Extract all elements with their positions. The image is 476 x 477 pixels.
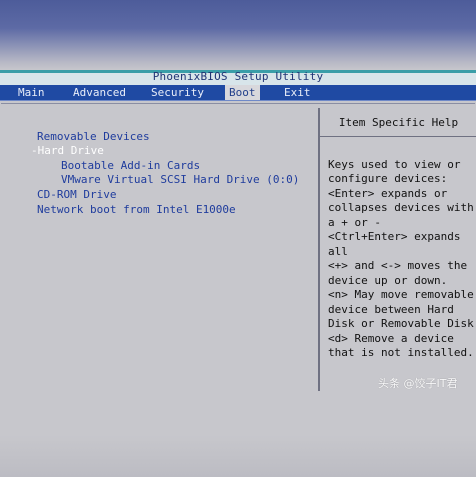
tab-advanced[interactable]: Advanced bbox=[73, 85, 126, 100]
help-line-5: a + or - bbox=[328, 216, 381, 229]
help-line-1: Keys used to view or bbox=[328, 158, 461, 171]
help-line-4: collapses devices with bbox=[328, 201, 474, 214]
boot-item-removable-devices[interactable]: Removable Devices bbox=[37, 130, 150, 143]
help-line-10: <n> May move removable bbox=[328, 288, 474, 301]
boot-order-pane: Removable Devices -Hard Drive Bootable A… bbox=[1, 104, 313, 395]
bios-screen: PhoenixBIOS Setup Utility Main Advanced … bbox=[0, 0, 476, 477]
help-line-6: <Ctrl+Enter> expands bbox=[328, 230, 461, 243]
boot-item-network-boot[interactable]: Network boot from Intel E1000e bbox=[37, 203, 236, 216]
help-line-13: <d> Remove a device bbox=[328, 332, 454, 345]
boot-item-cdrom-drive[interactable]: CD-ROM Drive bbox=[37, 188, 116, 201]
tab-main[interactable]: Main bbox=[18, 85, 45, 100]
tab-exit[interactable]: Exit bbox=[284, 85, 311, 100]
menu-bar: Main Advanced Security Boot Exit bbox=[0, 85, 476, 101]
help-line-12: Disk or Removable Disk bbox=[328, 317, 474, 330]
app-title: PhoenixBIOS Setup Utility bbox=[152, 70, 324, 83]
setup-window: Removable Devices -Hard Drive Bootable A… bbox=[1, 103, 476, 396]
help-line-8: <+> and <-> moves the bbox=[328, 259, 468, 272]
help-panel-divider bbox=[320, 136, 476, 137]
help-panel: Item Specific Help Keys used to view or … bbox=[318, 108, 476, 391]
boot-item-bootable-add-in-cards[interactable]: Bootable Add-in Cards bbox=[61, 159, 200, 172]
help-line-14: that is not installed. bbox=[328, 346, 474, 359]
help-line-9: device up or down. bbox=[328, 274, 448, 287]
boot-item-hard-drive[interactable]: -Hard Drive bbox=[31, 144, 104, 157]
help-line-11: device between Hard bbox=[328, 303, 454, 316]
tab-security[interactable]: Security bbox=[151, 85, 204, 100]
help-line-2: configure devices: bbox=[328, 172, 448, 185]
help-line-7: all bbox=[328, 245, 348, 258]
help-panel-title: Item Specific Help bbox=[338, 116, 459, 129]
bottom-area bbox=[0, 395, 476, 477]
boot-item-vmware-virtual-scsi-hard-drive[interactable]: VMware Virtual SCSI Hard Drive (0:0) bbox=[61, 173, 299, 186]
watermark: 头条 @饺子IT君 bbox=[378, 377, 458, 390]
help-line-3: <Enter> expands or bbox=[328, 187, 448, 200]
tab-boot[interactable]: Boot bbox=[225, 85, 260, 100]
